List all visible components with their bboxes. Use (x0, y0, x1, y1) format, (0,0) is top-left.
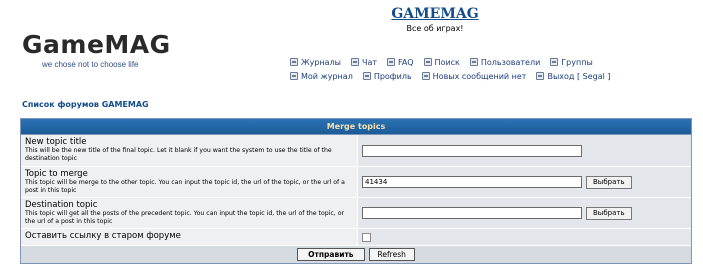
leave-link-row: Оставить ссылку в старом форуме (21, 229, 691, 246)
groups-icon (550, 58, 559, 66)
site-slogan: Все об играх! (406, 24, 464, 33)
nav-row-2: Мой журнал Профиль Новых сообщений нет В… (290, 69, 690, 83)
submit-button[interactable]: Отправить (297, 248, 365, 261)
nav-item-my-journal[interactable]: Мой журнал (290, 72, 353, 81)
logo-tagline: we chose not to choose life (42, 60, 139, 69)
form-header: Merge topics (21, 119, 691, 135)
topic-to-merge-field-cell: Выбрать (358, 167, 691, 197)
nav-item-label: Чат (362, 57, 378, 67)
my-journal-icon (290, 72, 298, 80)
nav-item-faq[interactable]: FAQ (387, 58, 414, 67)
logo-title: GameMAG (22, 30, 171, 59)
leave-link-label-cell: Оставить ссылку в старом форуме (21, 229, 358, 245)
nav-item-label: Поиск (434, 57, 460, 67)
faq-icon (387, 58, 396, 66)
new-title-input[interactable] (362, 144, 582, 157)
nav-item-chat[interactable]: Чат (351, 58, 377, 67)
nav-item-profile[interactable]: Профиль (362, 71, 412, 81)
topic-to-merge-label: Topic to merge (25, 169, 88, 179)
leave-link-checkbox[interactable] (362, 232, 371, 242)
breadcrumb-forum-index[interactable]: Список форумов GAMEMAG (22, 100, 149, 109)
nav-item-logout[interactable]: Выход [ Segal ] (536, 71, 611, 81)
search-icon (423, 58, 432, 66)
profile-icon (362, 72, 371, 80)
nav-item-groups[interactable]: Группы (550, 57, 593, 67)
nav-item-label: Профиль (373, 71, 412, 81)
nav-item-label: Пользователи (480, 57, 541, 67)
destination-topic-input[interactable] (362, 207, 582, 219)
new-title-field-cell (358, 135, 691, 166)
messages-icon (421, 72, 430, 80)
nav-item-label: Мой журнал (301, 71, 353, 81)
destination-topic-label-cell: Destination topic This topic will get al… (21, 198, 358, 228)
nav-item-label: Новых сообщений нет (432, 71, 527, 81)
nav-item-label: Выход [ Segal ] (547, 71, 611, 81)
select-destination-topic-button[interactable]: Выбрать (586, 206, 632, 220)
new-title-row: New topic title This will be the new tit… (21, 135, 691, 167)
destination-topic-row: Destination topic This topic will get al… (21, 198, 691, 229)
site-logo[interactable]: GameMAG we chose not to choose life (22, 30, 202, 70)
nav-row-1: Журналы Чат FAQ Поиск Пользователи Групп… (290, 55, 690, 69)
select-topic-to-merge-button[interactable]: Выбрать (586, 175, 632, 189)
chat-icon (351, 58, 359, 66)
leave-link-label: Оставить ссылку в старом форуме (25, 231, 181, 241)
form-actions: Отправить Refresh (21, 246, 691, 263)
destination-topic-label: Destination topic (25, 200, 98, 210)
topic-to-merge-input[interactable] (362, 176, 582, 188)
logout-icon (536, 72, 545, 80)
nav-item-label: Группы (561, 57, 593, 67)
destination-topic-desc: This topic will get all the posts of the… (25, 210, 345, 225)
merge-topics-form: Merge topics New topic title This will b… (20, 118, 692, 264)
nav-item-users[interactable]: Пользователи (469, 57, 541, 67)
journal-icon (290, 58, 298, 66)
topic-to-merge-label-cell: Topic to merge This topic will be merge … (21, 167, 358, 197)
nav-item-label: Журналы (301, 57, 341, 67)
nav-item-messages[interactable]: Новых сообщений нет (421, 71, 527, 81)
leave-link-field-cell (358, 229, 691, 245)
new-title-label: New topic title (25, 137, 87, 147)
site-name-link[interactable]: GAMEMAG (360, 6, 510, 22)
topic-to-merge-desc: This topic will be merge to the other to… (25, 179, 345, 194)
nav-item-label: FAQ (398, 57, 414, 67)
new-title-desc: This will be the new title of the final … (25, 147, 332, 162)
site-header: GAMEMAG Все об играх! (360, 6, 510, 33)
nav-item-search[interactable]: Поиск (423, 57, 460, 67)
refresh-button[interactable]: Refresh (368, 248, 415, 261)
users-icon (469, 58, 478, 66)
nav-item-journals[interactable]: Журналы (290, 58, 341, 67)
destination-topic-field-cell: Выбрать (358, 198, 691, 228)
main-nav: Журналы Чат FAQ Поиск Пользователи Групп… (290, 55, 690, 83)
topic-to-merge-row: Topic to merge This topic will be merge … (21, 167, 691, 198)
new-title-label-cell: New topic title This will be the new tit… (21, 135, 358, 166)
